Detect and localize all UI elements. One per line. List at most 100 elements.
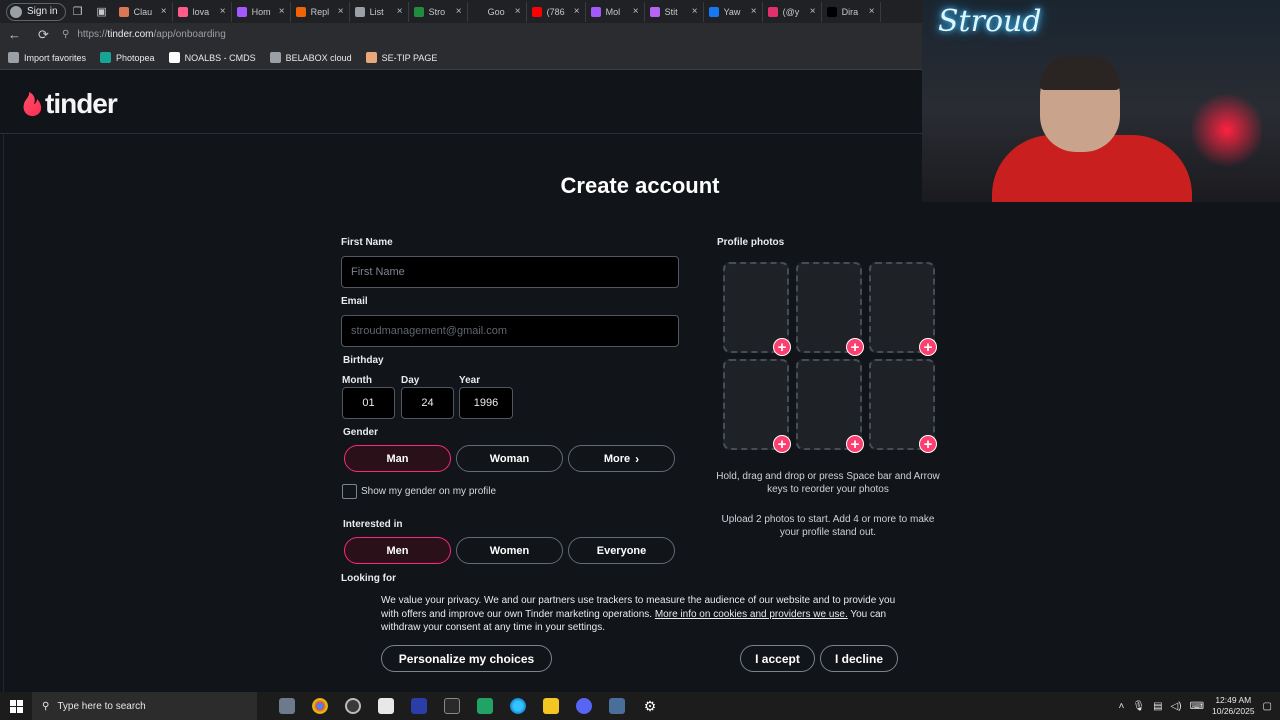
email-field[interactable]: stroudmanagement@gmail.com — [341, 315, 679, 347]
tab-title: Mol — [605, 6, 621, 17]
tab-close-icon[interactable]: × — [751, 6, 757, 17]
system-clock[interactable]: 12:49 AM 10/26/2025 — [1212, 695, 1255, 717]
excel-icon[interactable] — [477, 698, 493, 714]
chevron-up-icon[interactable]: ˄ — [1119, 701, 1125, 712]
tab-favicon-icon — [295, 6, 306, 17]
tab-close-icon[interactable]: × — [161, 6, 167, 17]
browser-tab[interactable]: (@y × — [763, 1, 822, 22]
windows-start-icon[interactable] — [0, 699, 32, 713]
bookmark-item[interactable]: SE-TIP PAGE — [365, 52, 437, 63]
back-icon[interactable]: ← — [0, 27, 29, 42]
tab-close-icon[interactable]: × — [220, 6, 226, 17]
birthday-label: Birthday — [343, 355, 384, 366]
tinder-logo[interactable]: tinder — [22, 88, 118, 120]
tab-close-icon[interactable]: × — [338, 6, 344, 17]
sign-in-button[interactable]: Sign in — [6, 2, 66, 21]
browser-tab[interactable]: Mol × — [586, 1, 645, 22]
add-photo-plus-icon[interactable]: + — [773, 338, 791, 356]
epic-games-icon[interactable] — [444, 698, 460, 714]
tab-close-icon[interactable]: × — [633, 6, 639, 17]
accept-cookies-button[interactable]: I accept — [740, 645, 815, 672]
bookmark-favicon-icon — [168, 52, 180, 63]
tab-favicon-icon — [177, 6, 188, 17]
add-photo-plus-icon[interactable]: + — [846, 435, 864, 453]
chrome-icon[interactable] — [312, 698, 328, 714]
show-gender-checkbox[interactable] — [342, 484, 357, 499]
interested-everyone-button[interactable]: Everyone — [568, 537, 675, 564]
day-input[interactable]: 24 — [401, 387, 454, 419]
month-input[interactable]: 01 — [342, 387, 395, 419]
add-photo-plus-icon[interactable]: + — [919, 435, 937, 453]
browser-tab[interactable]: List × — [350, 1, 409, 22]
add-photo-plus-icon[interactable]: + — [919, 338, 937, 356]
clock-time: 12:49 AM — [1215, 695, 1252, 705]
interested-everyone-label: Everyone — [596, 544, 647, 557]
discord-icon[interactable] — [576, 698, 592, 714]
browser-tab[interactable]: Clau × — [114, 1, 173, 22]
tab-close-icon[interactable]: × — [456, 6, 462, 17]
month-label: Month — [342, 375, 372, 386]
tab-close-icon[interactable]: × — [810, 6, 816, 17]
tab-close-icon[interactable]: × — [574, 6, 580, 17]
refresh-icon[interactable]: ⟳ — [29, 27, 58, 43]
task-view-icon[interactable] — [279, 698, 295, 714]
site-info-icon[interactable]: ⚲ — [62, 29, 69, 40]
day-label: Day — [401, 375, 420, 386]
photos-icon[interactable] — [609, 698, 625, 714]
store-icon[interactable] — [378, 698, 394, 714]
bookmark-item[interactable]: Photopea — [100, 52, 155, 63]
gender-man-button[interactable]: Man — [344, 445, 451, 472]
decline-cookies-button[interactable]: I decline — [820, 645, 898, 672]
edge-icon[interactable] — [510, 698, 526, 714]
browser-tab[interactable]: (786 × — [527, 1, 586, 22]
settings-gear-icon[interactable]: ⚙ — [642, 698, 658, 714]
gender-woman-button[interactable]: Woman — [456, 445, 563, 472]
browser-tab[interactable]: Repl × — [291, 1, 350, 22]
person-hair — [1040, 56, 1120, 90]
first-name-field[interactable]: First Name — [341, 256, 679, 288]
tab-favicon-icon — [590, 6, 601, 17]
tab-favicon-icon — [354, 6, 365, 17]
bookmark-item[interactable]: NOALBS - CMDS — [168, 52, 256, 63]
browser-tab[interactable]: Hom × — [232, 1, 291, 22]
add-photo-plus-icon[interactable]: + — [773, 435, 791, 453]
browser-tab[interactable]: lova × — [173, 1, 232, 22]
browser-tab[interactable]: Stro × — [409, 1, 468, 22]
notifications-icon[interactable]: ▢ — [1263, 701, 1272, 712]
url-path: /app/onboarding — [153, 29, 226, 40]
clock-date: 10/26/2025 — [1212, 706, 1255, 716]
interested-women-button[interactable]: Women — [456, 537, 563, 564]
tab-close-icon[interactable]: × — [397, 6, 403, 17]
cookie-info-link[interactable]: More info on cookies and providers we us… — [655, 609, 848, 620]
n-app-icon[interactable] — [411, 698, 427, 714]
page-left-border — [3, 134, 4, 692]
year-input[interactable]: 1996 — [459, 387, 513, 419]
tab-close-icon[interactable]: × — [692, 6, 698, 17]
profile-photos-label: Profile photos — [717, 237, 785, 248]
browser-tab[interactable]: Yaw × — [704, 1, 763, 22]
workspaces-icon[interactable]: ❐ — [66, 3, 90, 21]
tab-actions-icon[interactable]: ▣ — [90, 3, 114, 21]
tab-close-icon[interactable]: × — [279, 6, 285, 17]
tab-close-icon[interactable]: × — [515, 6, 521, 17]
browser-tab[interactable]: Dira × — [822, 1, 881, 22]
browser-tab[interactable]: Goo × — [468, 1, 527, 22]
tab-favicon-icon — [531, 6, 542, 17]
bookmark-item[interactable]: BELABOX cloud — [269, 52, 352, 63]
personalize-choices-button[interactable]: Personalize my choices — [381, 645, 552, 672]
add-photo-plus-icon[interactable]: + — [846, 338, 864, 356]
microphone-icon[interactable]: 🎙 — [1132, 701, 1145, 712]
browser-tab[interactable]: Stit × — [645, 1, 704, 22]
file-explorer-icon[interactable] — [543, 698, 559, 714]
gender-more-button[interactable]: More › — [568, 445, 675, 472]
tab-close-icon[interactable]: × — [869, 6, 875, 17]
volume-icon[interactable]: ◁) — [1171, 701, 1182, 712]
bookmark-item[interactable]: Import favorites — [8, 52, 86, 63]
taskbar-search[interactable]: ⚲ Type here to search — [32, 692, 257, 720]
obs-icon[interactable] — [345, 698, 361, 714]
keyboard-icon[interactable]: ⌨ — [1190, 701, 1204, 712]
network-icon[interactable]: ▤ — [1153, 701, 1162, 712]
url-field[interactable]: ⚲ https://tinder.com/app/onboarding — [62, 29, 226, 40]
tab-favicon-icon — [708, 6, 719, 17]
interested-men-button[interactable]: Men — [344, 537, 451, 564]
